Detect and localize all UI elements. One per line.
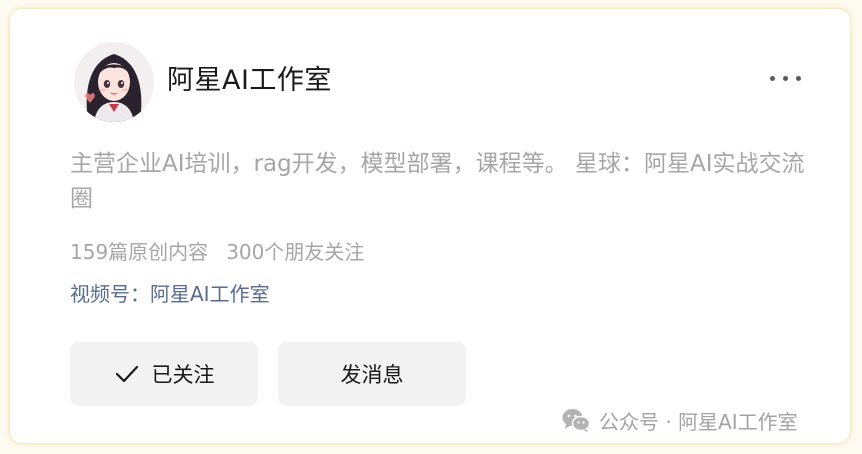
page-background: 阿星AI工作室 主营企业AI培训，rag开发，模型部署，课程等。 星球：阿星AI… [0, 0, 862, 454]
account-stats: 159篇原创内容 300个朋友关注 [70, 236, 364, 265]
followed-button[interactable]: 已关注 [70, 342, 258, 406]
avatar-illustration [74, 42, 154, 122]
wechat-icon [562, 409, 591, 433]
account-name: 阿星AI工作室 [167, 65, 332, 96]
more-dots-icon[interactable] [764, 67, 808, 91]
check-icon [115, 365, 138, 383]
footer-watermark: 公众号 · 阿星AI工作室 [561, 405, 798, 435]
footer-text: 公众号 · 阿星AI工作室 [599, 409, 798, 434]
articles-count: 159篇原创内容 [70, 240, 209, 264]
profile-card: 阿星AI工作室 主营企业AI培训，rag开发，模型部署，课程等。 星球：阿星AI… [10, 9, 850, 443]
avatar[interactable] [74, 42, 154, 122]
account-description: 主营企业AI培训，rag开发，模型部署，课程等。 星球：阿星AI实战交流圈 [70, 151, 805, 212]
send-message-button-label: 发消息 [340, 363, 404, 387]
followed-button-label: 已关注 [151, 363, 215, 387]
send-message-button[interactable]: 发消息 [278, 342, 466, 406]
followers-count: 300个朋友关注 [226, 240, 365, 264]
video-channel-link[interactable]: 视频号：阿星AI工作室 [70, 278, 270, 307]
